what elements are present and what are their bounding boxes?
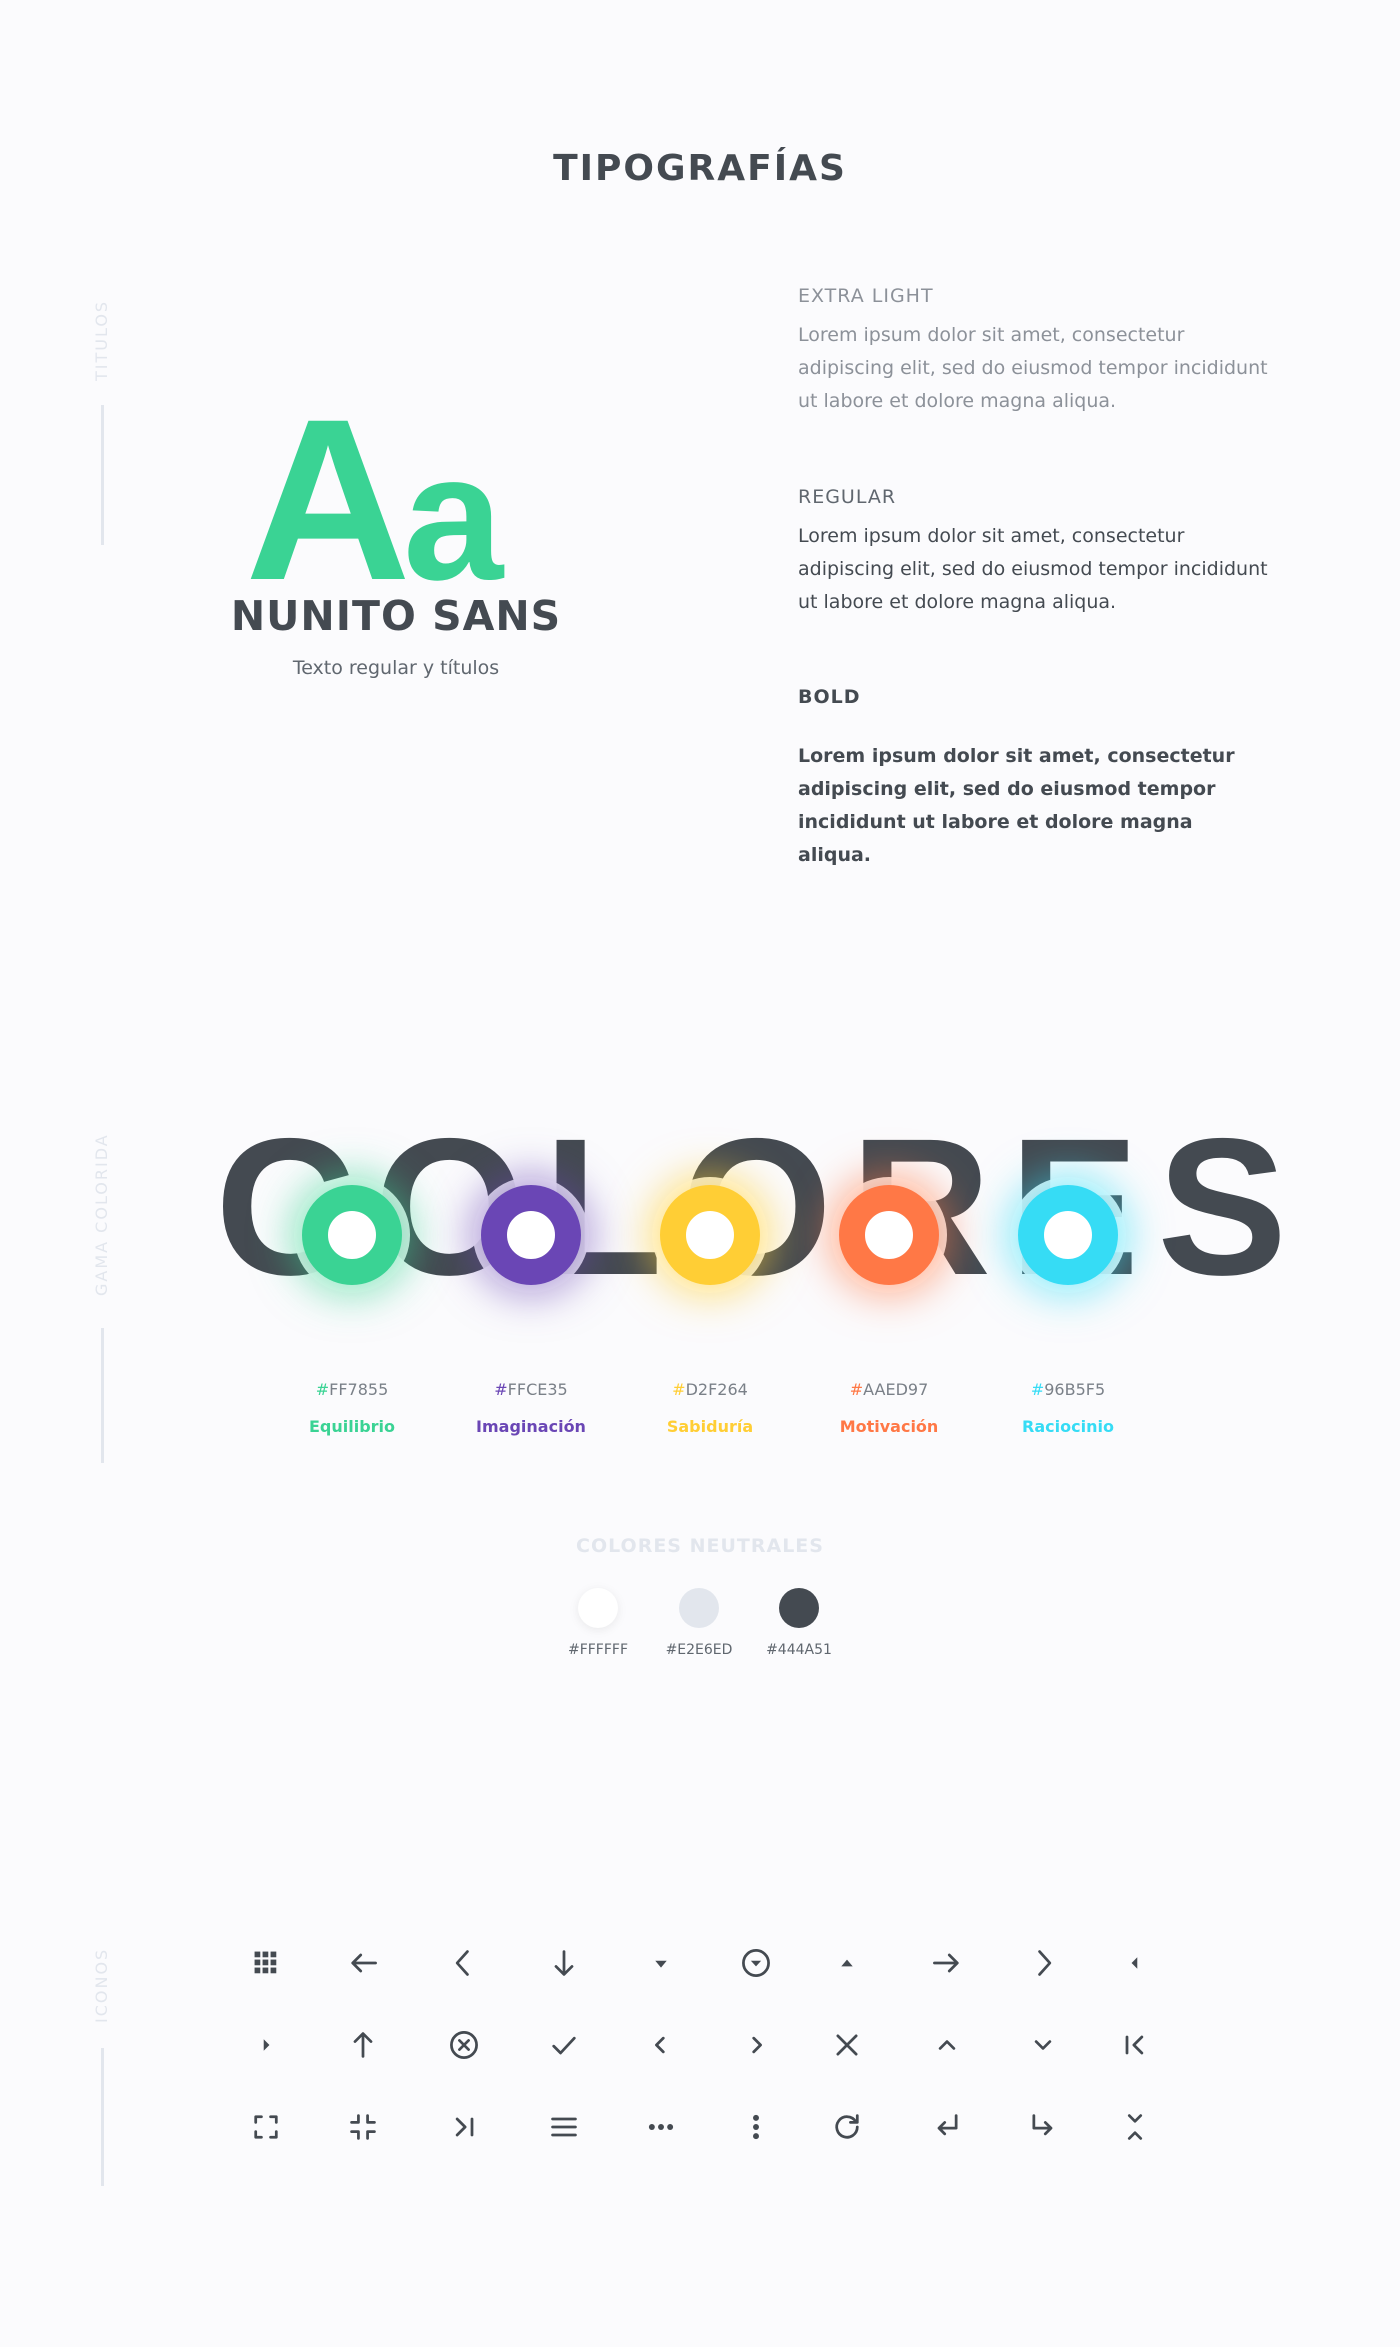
fullscreen-exit-icon xyxy=(341,2105,385,2149)
subdirectory-arrow-right-icon xyxy=(1021,2105,1065,2149)
specimen-lowercase: a xyxy=(403,417,503,618)
weight-label-extra-light: EXTRA LIGHT xyxy=(798,285,934,307)
neutral-hex: #444A51 xyxy=(766,1642,832,1658)
neutral-hex: #E2E6ED xyxy=(665,1642,733,1658)
neutral-swatch xyxy=(578,1588,618,1628)
specimen-uppercase: A xyxy=(245,371,411,628)
swatch-hash: # xyxy=(315,1380,330,1399)
menu-icon xyxy=(542,2105,586,2149)
chevron-right-small-icon xyxy=(734,2023,778,2067)
caret-up-icon xyxy=(825,1941,869,1985)
swatch-hex: #FF7855 xyxy=(262,1380,442,1399)
unfold-less-icon xyxy=(1113,2105,1157,2149)
side-divider xyxy=(101,2048,104,2186)
swatch-name: Sabiduría xyxy=(666,1417,754,1436)
color-swatch xyxy=(839,1185,939,1285)
font-specimen: Aa xyxy=(245,385,503,619)
color-swatch xyxy=(1018,1185,1118,1285)
neutral-hex: #FFFFFF xyxy=(567,1642,629,1658)
more-vert-icon xyxy=(734,2105,778,2149)
swatch-name: Equilibrio xyxy=(308,1417,396,1436)
weight-label-regular: REGULAR xyxy=(798,486,897,508)
swatch-hash: # xyxy=(849,1380,864,1399)
swatch-name: Motivación xyxy=(839,1417,939,1436)
swatch-code: FF7855 xyxy=(329,1380,389,1399)
swatch-code: 96B5F5 xyxy=(1044,1380,1106,1399)
first-page-icon xyxy=(1113,2023,1157,2067)
side-divider xyxy=(101,405,104,545)
neutral-swatch xyxy=(779,1588,819,1628)
font-subtitle: Texto regular y títulos xyxy=(292,657,500,679)
side-divider xyxy=(101,1328,104,1463)
weight-sample-extra-light: Lorem ipsum dolor sit amet, consectetur … xyxy=(798,324,1268,412)
apps-grid-icon xyxy=(244,1941,288,1985)
chevron-right-icon xyxy=(1021,1941,1065,1985)
swatch-hex: #D2F264 xyxy=(620,1380,800,1399)
swatch-name: Imaginación xyxy=(476,1417,586,1436)
swatch-hash: # xyxy=(1030,1380,1045,1399)
weight-sample-bold: Lorem ipsum dolor sit amet, consectetur … xyxy=(798,745,1235,866)
swatch-hash: # xyxy=(494,1380,508,1399)
color-swatch xyxy=(481,1185,581,1285)
swatch-name: Raciocinio xyxy=(1022,1417,1114,1436)
fullscreen-icon xyxy=(244,2105,288,2149)
side-label-titulos: TITULOS xyxy=(92,299,111,381)
swatch-code: FFCE35 xyxy=(507,1380,568,1399)
arrow-down-icon xyxy=(542,1941,586,1985)
chevron-left-icon xyxy=(442,1941,486,1985)
dropdown-circle-icon xyxy=(734,1941,778,1985)
chevron-up-icon xyxy=(925,2023,969,2067)
arrow-right-icon xyxy=(925,1941,969,1985)
caret-right-icon xyxy=(244,2023,288,2067)
subdirectory-arrow-left-icon xyxy=(925,2105,969,2149)
font-name: NUNITO SANS xyxy=(230,592,562,640)
neutral-colors-title: COLORES NEUTRALES xyxy=(576,1535,824,1557)
caret-left-icon xyxy=(1113,1941,1157,1985)
swatch-hex: #FFCE35 xyxy=(441,1380,621,1399)
swatch-hex: #AAED97 xyxy=(799,1380,979,1399)
more-horiz-icon xyxy=(639,2105,683,2149)
neutral-swatch xyxy=(679,1588,719,1628)
weight-label-bold: BOLD xyxy=(798,686,861,708)
close-icon xyxy=(825,2023,869,2067)
cancel-circle-icon xyxy=(442,2023,486,2067)
side-label-gama-colorida: GAMA COLORIDA xyxy=(92,1133,111,1297)
caret-down-icon xyxy=(639,1941,683,1985)
color-swatch xyxy=(660,1185,760,1285)
last-page-icon xyxy=(442,2105,486,2149)
side-label-iconos: ICONOS xyxy=(92,1947,111,2023)
swatch-hash: # xyxy=(672,1380,686,1399)
swatch-code: D2F264 xyxy=(685,1380,748,1399)
refresh-icon xyxy=(825,2105,869,2149)
arrow-up-icon xyxy=(341,2023,385,2067)
chevron-left-small-icon xyxy=(639,2023,683,2067)
color-swatch xyxy=(302,1185,402,1285)
swatch-code: AAED97 xyxy=(863,1380,929,1399)
swatch-hex: #96B5F5 xyxy=(978,1380,1158,1399)
check-icon xyxy=(542,2023,586,2067)
section-title-typography: TIPOGRAFÍAS xyxy=(553,148,847,189)
chevron-down-icon xyxy=(1021,2023,1065,2067)
weight-sample-regular: Lorem ipsum dolor sit amet, consectetur … xyxy=(798,525,1268,613)
arrow-left-icon xyxy=(341,1941,385,1985)
